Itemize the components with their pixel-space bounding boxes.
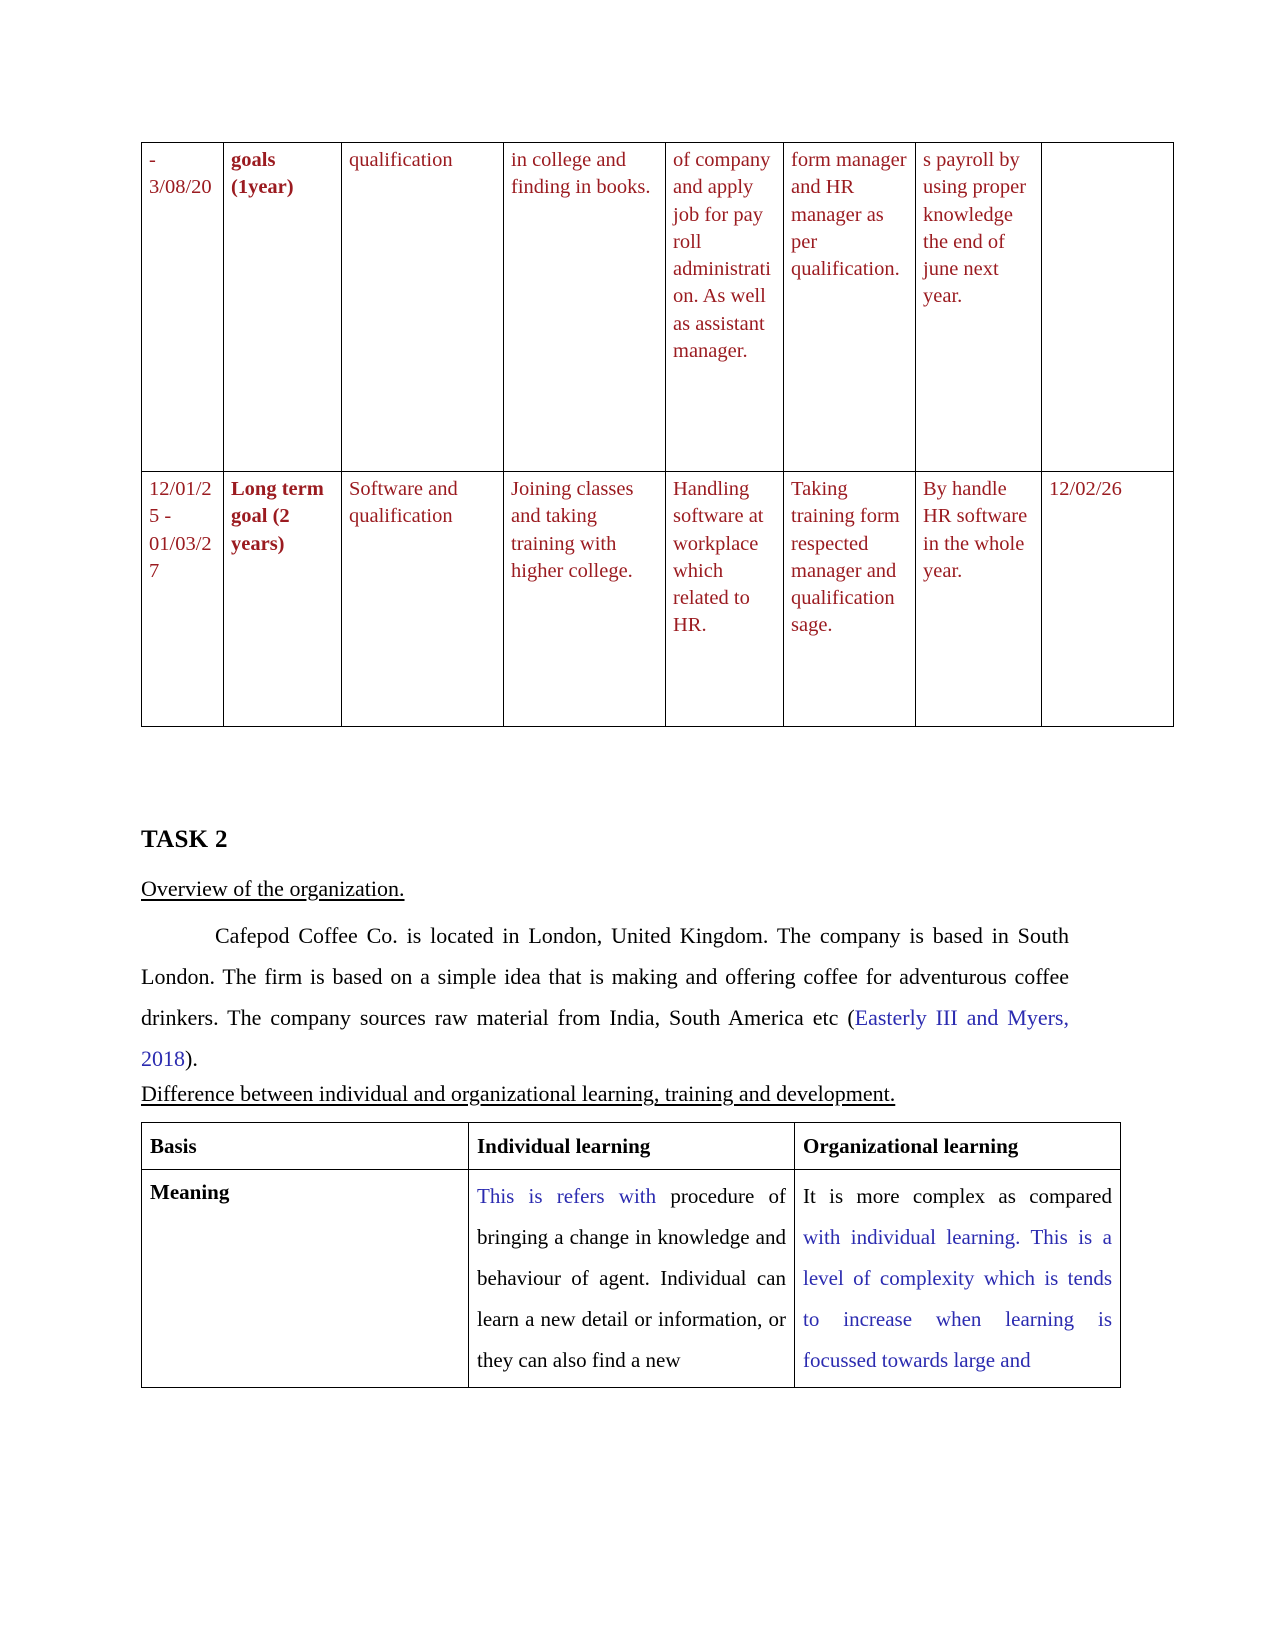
individual-learning-text-body: procedure of bringing a change in knowle… <box>477 1183 786 1372</box>
goals-table: - 3/08/20 goals (1year) qualification in… <box>141 142 1174 727</box>
table-header-row: Basis Individual learning Organizational… <box>141 1122 1121 1170</box>
learning-comparison-table: Basis Individual learning Organizational… <box>141 1122 1121 1388</box>
table-row: Meaning This is refers with procedure of… <box>141 1168 1121 1388</box>
document-page: - 3/08/20 goals (1year) qualification in… <box>0 0 1275 1651</box>
overview-paragraph: Cafepod Coffee Co. is located in London,… <box>141 915 1069 1079</box>
organizational-learning-text-body: It is more complex as compared <box>803 1183 1112 1208</box>
page-bottom-clip <box>0 1451 1275 1651</box>
column-header-individual-learning: Individual learning <box>468 1122 795 1170</box>
page-title: TASK 2 <box>141 826 228 853</box>
individual-learning-cell: This is refers with procedure of bringin… <box>468 1168 795 1388</box>
organizational-learning-text-highlight: with individual learning. This is a leve… <box>803 1224 1112 1372</box>
goal-review-date-cell <box>1041 142 1174 472</box>
individual-learning-text-highlight: This is refers with <box>477 1183 657 1208</box>
goal-application-cell: of company and apply job for pay roll ad… <box>665 142 784 472</box>
section-heading-difference: Difference between individual and organi… <box>141 1081 896 1106</box>
goal-measure-cell: s payroll by using proper knowledge the … <box>915 142 1042 472</box>
goal-date-cell: - 3/08/20 <box>141 142 224 472</box>
goal-date-cell: 12/01/25 - 01/03/27 <box>141 471 224 727</box>
basis-cell-meaning: Meaning <box>141 1168 469 1388</box>
goal-resource-cell: Software and qualification <box>341 471 504 727</box>
goal-action-cell: in college and finding in books. <box>503 142 666 472</box>
goal-title-cell: goals (1year) <box>223 142 342 472</box>
goal-action-cell: Joining classes and taking training with… <box>503 471 666 727</box>
column-header-organizational-learning: Organizational learning <box>794 1122 1121 1170</box>
column-header-basis: Basis <box>141 1122 469 1170</box>
goal-title-cell: Long term goal (2 years) <box>223 471 342 727</box>
organizational-learning-cell: It is more complex as compared with indi… <box>794 1168 1121 1388</box>
section-heading-overview: Overview of the organization. <box>141 876 405 901</box>
table-row: 12/01/25 - 01/03/27 Long term goal (2 ye… <box>141 471 1174 727</box>
goal-measure-cell: By handle HR software in the whole year. <box>915 471 1042 727</box>
goal-support-cell: form manager and HR manager as per quali… <box>783 142 916 472</box>
goal-support-cell: Taking training form respected manager a… <box>783 471 916 727</box>
goal-application-cell: Handling software at workplace which rel… <box>665 471 784 727</box>
table-row: - 3/08/20 goals (1year) qualification in… <box>141 142 1174 472</box>
overview-text-part2: ). <box>185 1046 198 1071</box>
goal-review-date-cell: 12/02/26 <box>1041 471 1174 727</box>
goal-resource-cell: qualification <box>341 142 504 472</box>
